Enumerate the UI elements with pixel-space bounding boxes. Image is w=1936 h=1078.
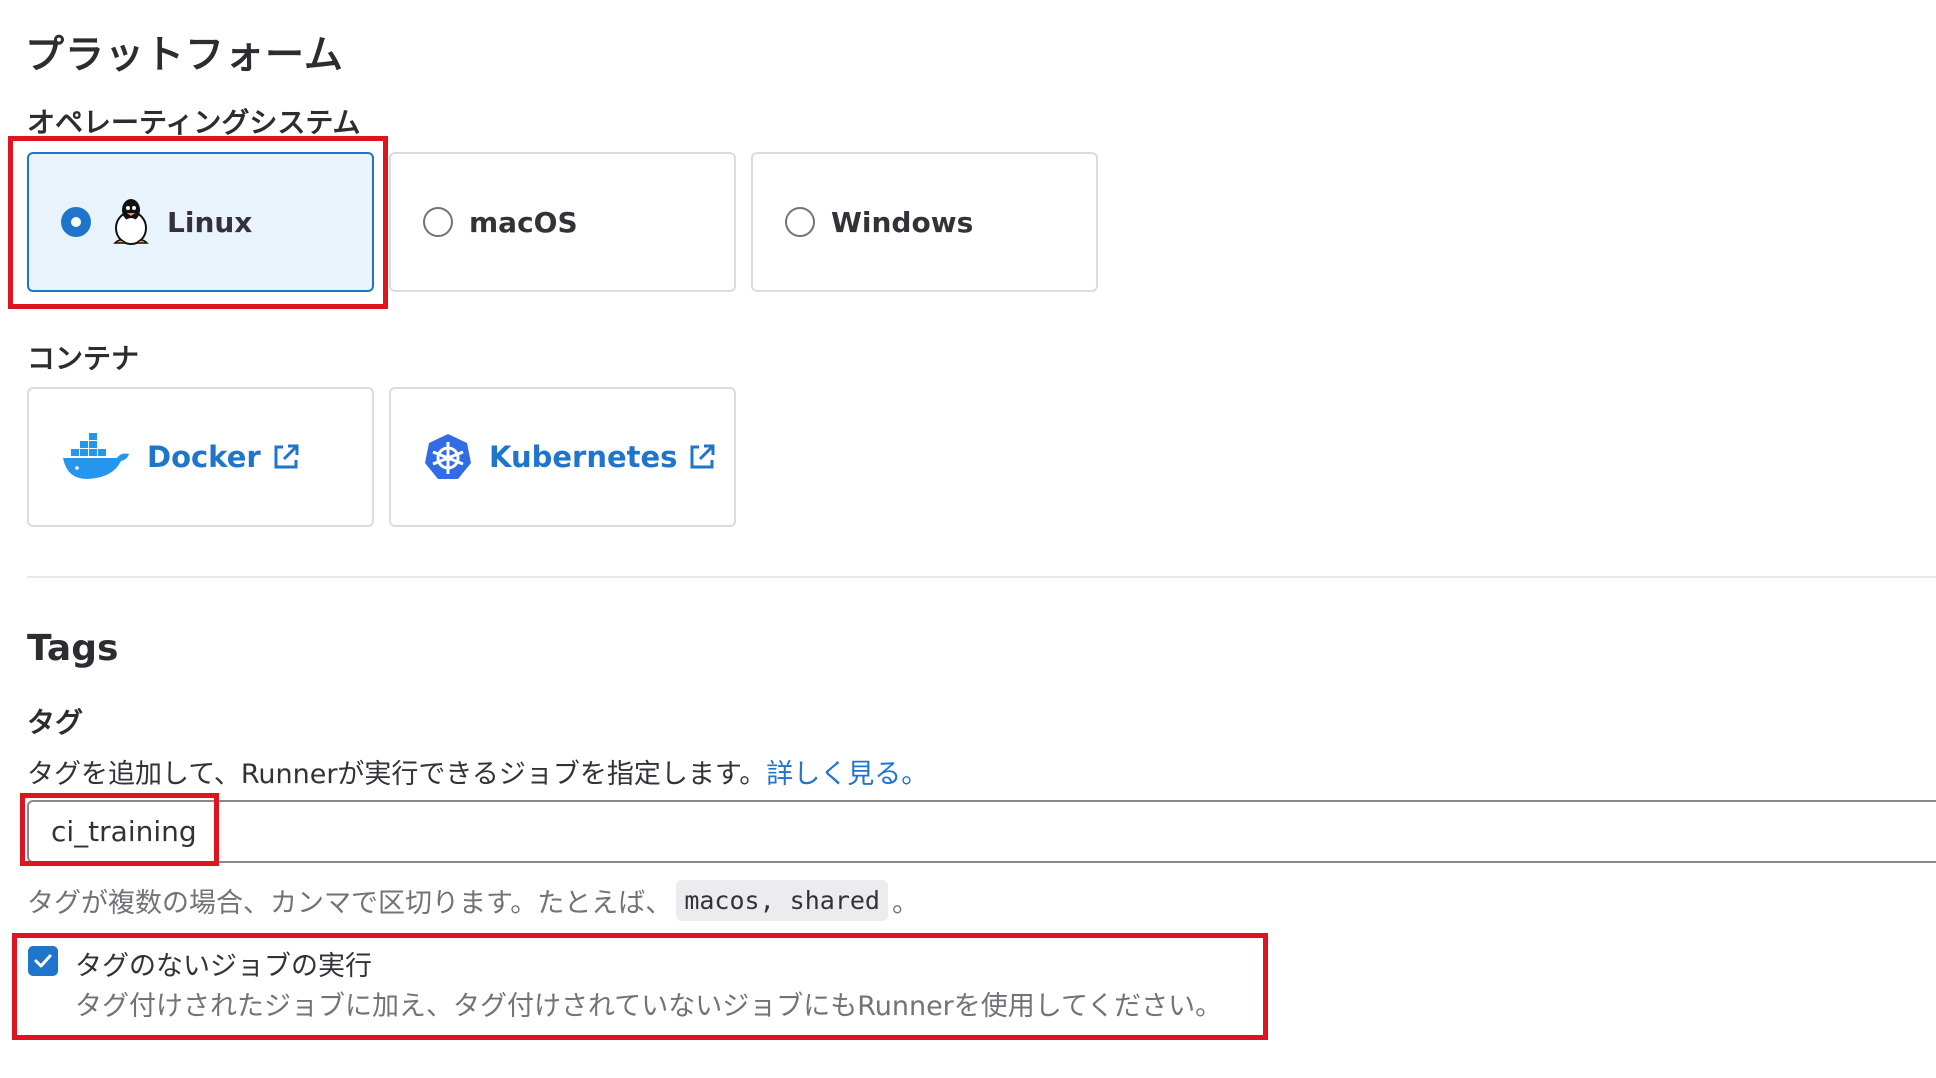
help-prefix: タグが複数の場合、カンマで区切ります。たとえば、 bbox=[27, 888, 673, 919]
os-label: オペレーティングシステム bbox=[27, 106, 361, 139]
docker-whale-icon bbox=[63, 433, 129, 479]
os-option-label: macOS bbox=[469, 205, 578, 239]
container-label: コンテナ bbox=[27, 342, 140, 375]
tags-help-text: タグが複数の場合、カンマで区切ります。たとえば、 macos, shared 。 bbox=[27, 880, 919, 921]
tag-description-text: タグを追加して、Runnerが実行できるジョブを指定します。 bbox=[27, 759, 767, 790]
external-link-icon bbox=[274, 444, 299, 469]
os-option-label: Windows bbox=[831, 205, 974, 239]
help-suffix: 。 bbox=[891, 888, 919, 919]
tags-input[interactable] bbox=[29, 802, 1936, 861]
container-link-docker[interactable]: Docker bbox=[27, 387, 374, 527]
section-divider bbox=[27, 576, 1936, 578]
tag-description: タグを追加して、Runnerが実行できるジョブを指定します。詳しく見る。 bbox=[27, 752, 928, 791]
kubernetes-link-label: Kubernetes bbox=[489, 440, 678, 474]
help-example-code: macos, shared bbox=[676, 880, 888, 921]
os-option-windows[interactable]: Windows bbox=[751, 152, 1098, 292]
kubernetes-helm-icon bbox=[425, 434, 471, 479]
tag-label: タグ bbox=[27, 706, 84, 739]
platform-heading: プラットフォーム bbox=[25, 33, 344, 78]
highlight-box-untagged bbox=[12, 933, 1268, 1040]
external-link-icon bbox=[690, 444, 715, 469]
container-link-kubernetes[interactable]: Kubernetes bbox=[389, 387, 736, 527]
radio-unchecked-icon[interactable] bbox=[785, 207, 815, 237]
highlight-box-linux bbox=[8, 136, 388, 309]
os-option-macos[interactable]: macOS bbox=[389, 152, 736, 292]
radio-unchecked-icon[interactable] bbox=[423, 207, 453, 237]
tags-input-container[interactable] bbox=[27, 800, 1936, 863]
docker-link-label: Docker bbox=[147, 440, 261, 474]
highlight-box-tags-input bbox=[20, 793, 219, 866]
learn-more-link[interactable]: 詳しく見る。 bbox=[766, 759, 928, 790]
tags-heading: Tags bbox=[27, 628, 119, 669]
